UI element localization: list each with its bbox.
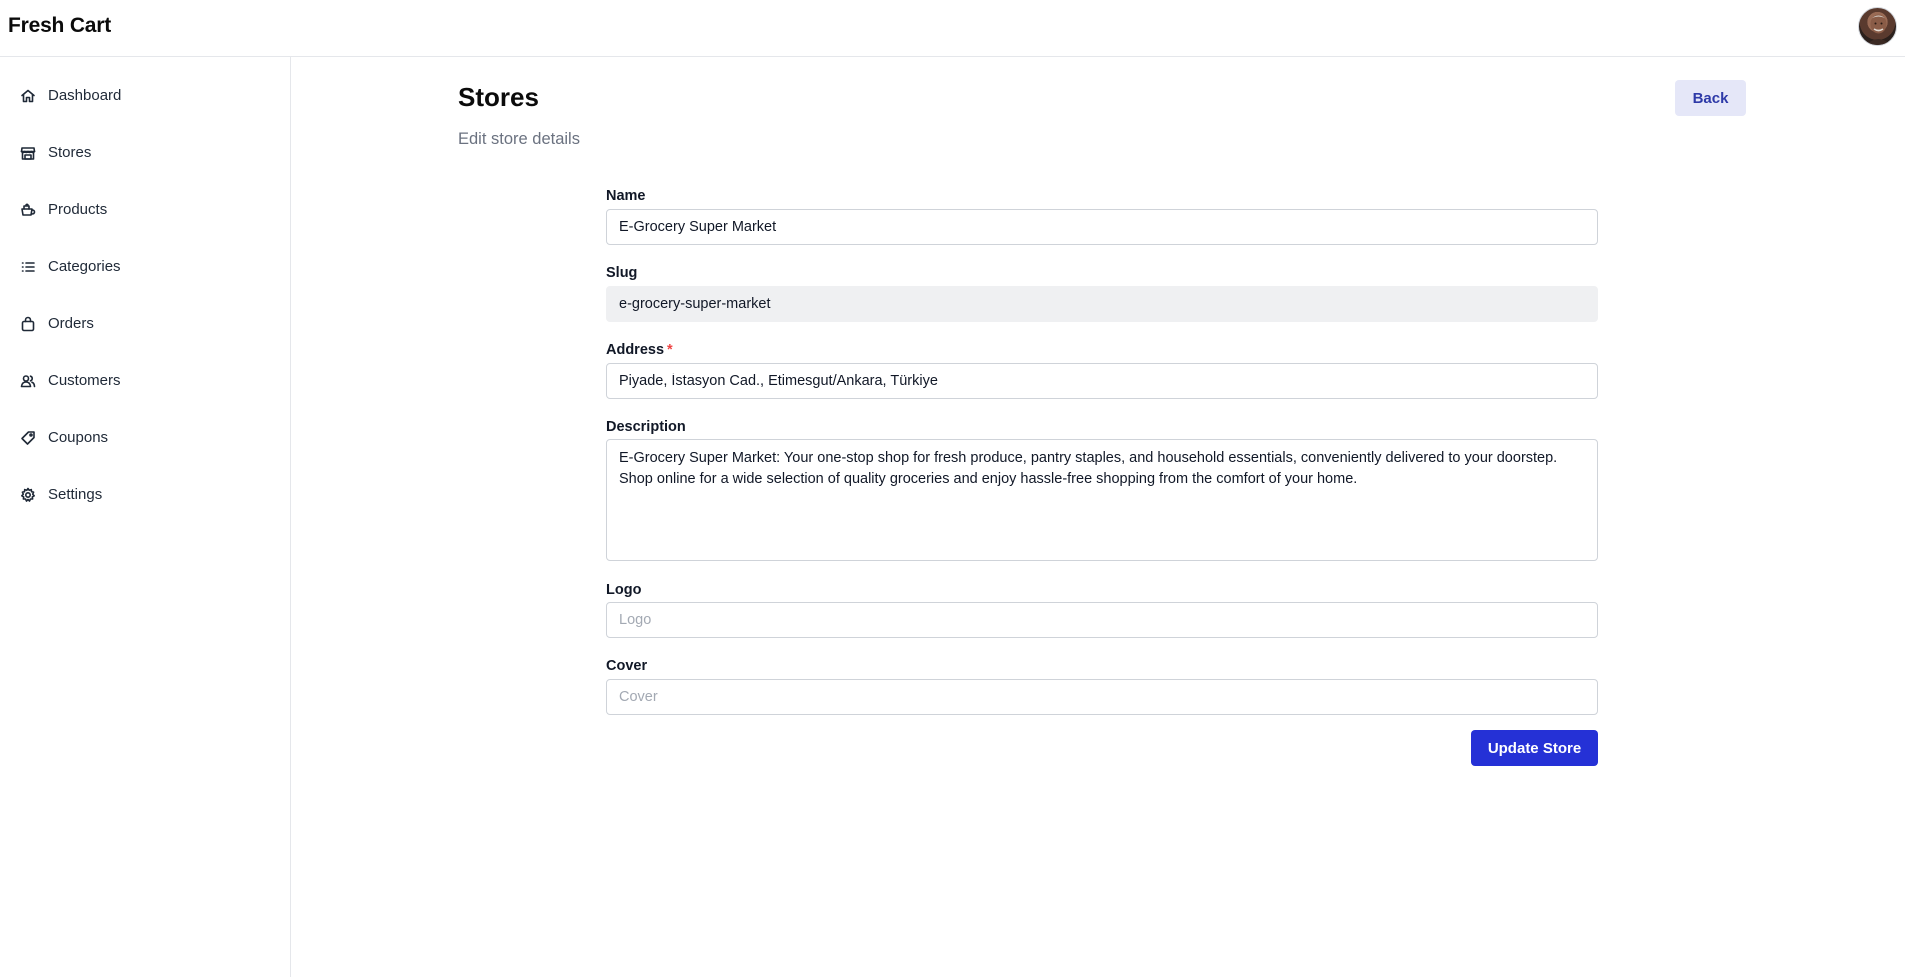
- sidebar-item-label: Coupons: [48, 429, 109, 446]
- sidebar-item-settings[interactable]: Settings: [0, 475, 290, 515]
- sidebar: Dashboard Stores Products Categories Ord…: [0, 57, 291, 977]
- description-label: Description: [606, 419, 686, 435]
- sidebar-item-label: Categories: [48, 258, 121, 275]
- sidebar-item-categories[interactable]: Categories: [0, 247, 290, 287]
- sidebar-item-stores[interactable]: Stores: [0, 133, 290, 173]
- users-icon: [20, 373, 36, 389]
- shopping-bag-icon: [20, 316, 36, 332]
- gear-icon: [20, 487, 36, 503]
- address-input[interactable]: [606, 363, 1598, 399]
- slug-label: Slug: [606, 265, 638, 281]
- home-icon: [20, 88, 36, 104]
- page-subtitle: Edit store details: [458, 130, 580, 148]
- address-label-text: Address: [606, 342, 665, 358]
- products-icon: [20, 202, 36, 218]
- top-bar: Fresh Cart: [0, 0, 1905, 57]
- sidebar-item-label: Products: [48, 201, 108, 218]
- cover-input[interactable]: [606, 679, 1598, 715]
- sidebar-item-products[interactable]: Products: [0, 190, 290, 230]
- address-label: Address *: [606, 342, 673, 358]
- cover-label: Cover: [606, 658, 648, 674]
- sidebar-item-coupons[interactable]: Coupons: [0, 418, 290, 458]
- sidebar-item-customers[interactable]: Customers: [0, 361, 290, 401]
- update-store-button[interactable]: Update Store: [1471, 730, 1598, 766]
- name-input[interactable]: [606, 209, 1598, 245]
- list-icon: [20, 259, 36, 275]
- tag-icon: [20, 430, 36, 446]
- sidebar-item-label: Orders: [48, 315, 94, 332]
- logo-label: Logo: [606, 582, 642, 598]
- logo-input[interactable]: [606, 602, 1598, 638]
- sidebar-item-orders[interactable]: Orders: [0, 304, 290, 344]
- description-textarea[interactable]: E-Grocery Super Market: Your one-stop sh…: [606, 439, 1598, 561]
- user-avatar[interactable]: [1858, 7, 1897, 46]
- name-label: Name: [606, 188, 646, 204]
- sidebar-item-label: Stores: [48, 144, 92, 161]
- sidebar-item-dashboard[interactable]: Dashboard: [0, 76, 290, 116]
- required-indicator: *: [667, 342, 673, 358]
- back-button[interactable]: Back: [1675, 80, 1746, 116]
- page-title: Stores: [458, 82, 539, 112]
- store-icon: [20, 145, 36, 161]
- sidebar-item-label: Dashboard: [48, 87, 122, 104]
- app-brand[interactable]: Fresh Cart: [8, 14, 111, 38]
- slug-input[interactable]: [606, 286, 1598, 322]
- sidebar-item-label: Customers: [48, 372, 121, 389]
- sidebar-item-label: Settings: [48, 486, 103, 503]
